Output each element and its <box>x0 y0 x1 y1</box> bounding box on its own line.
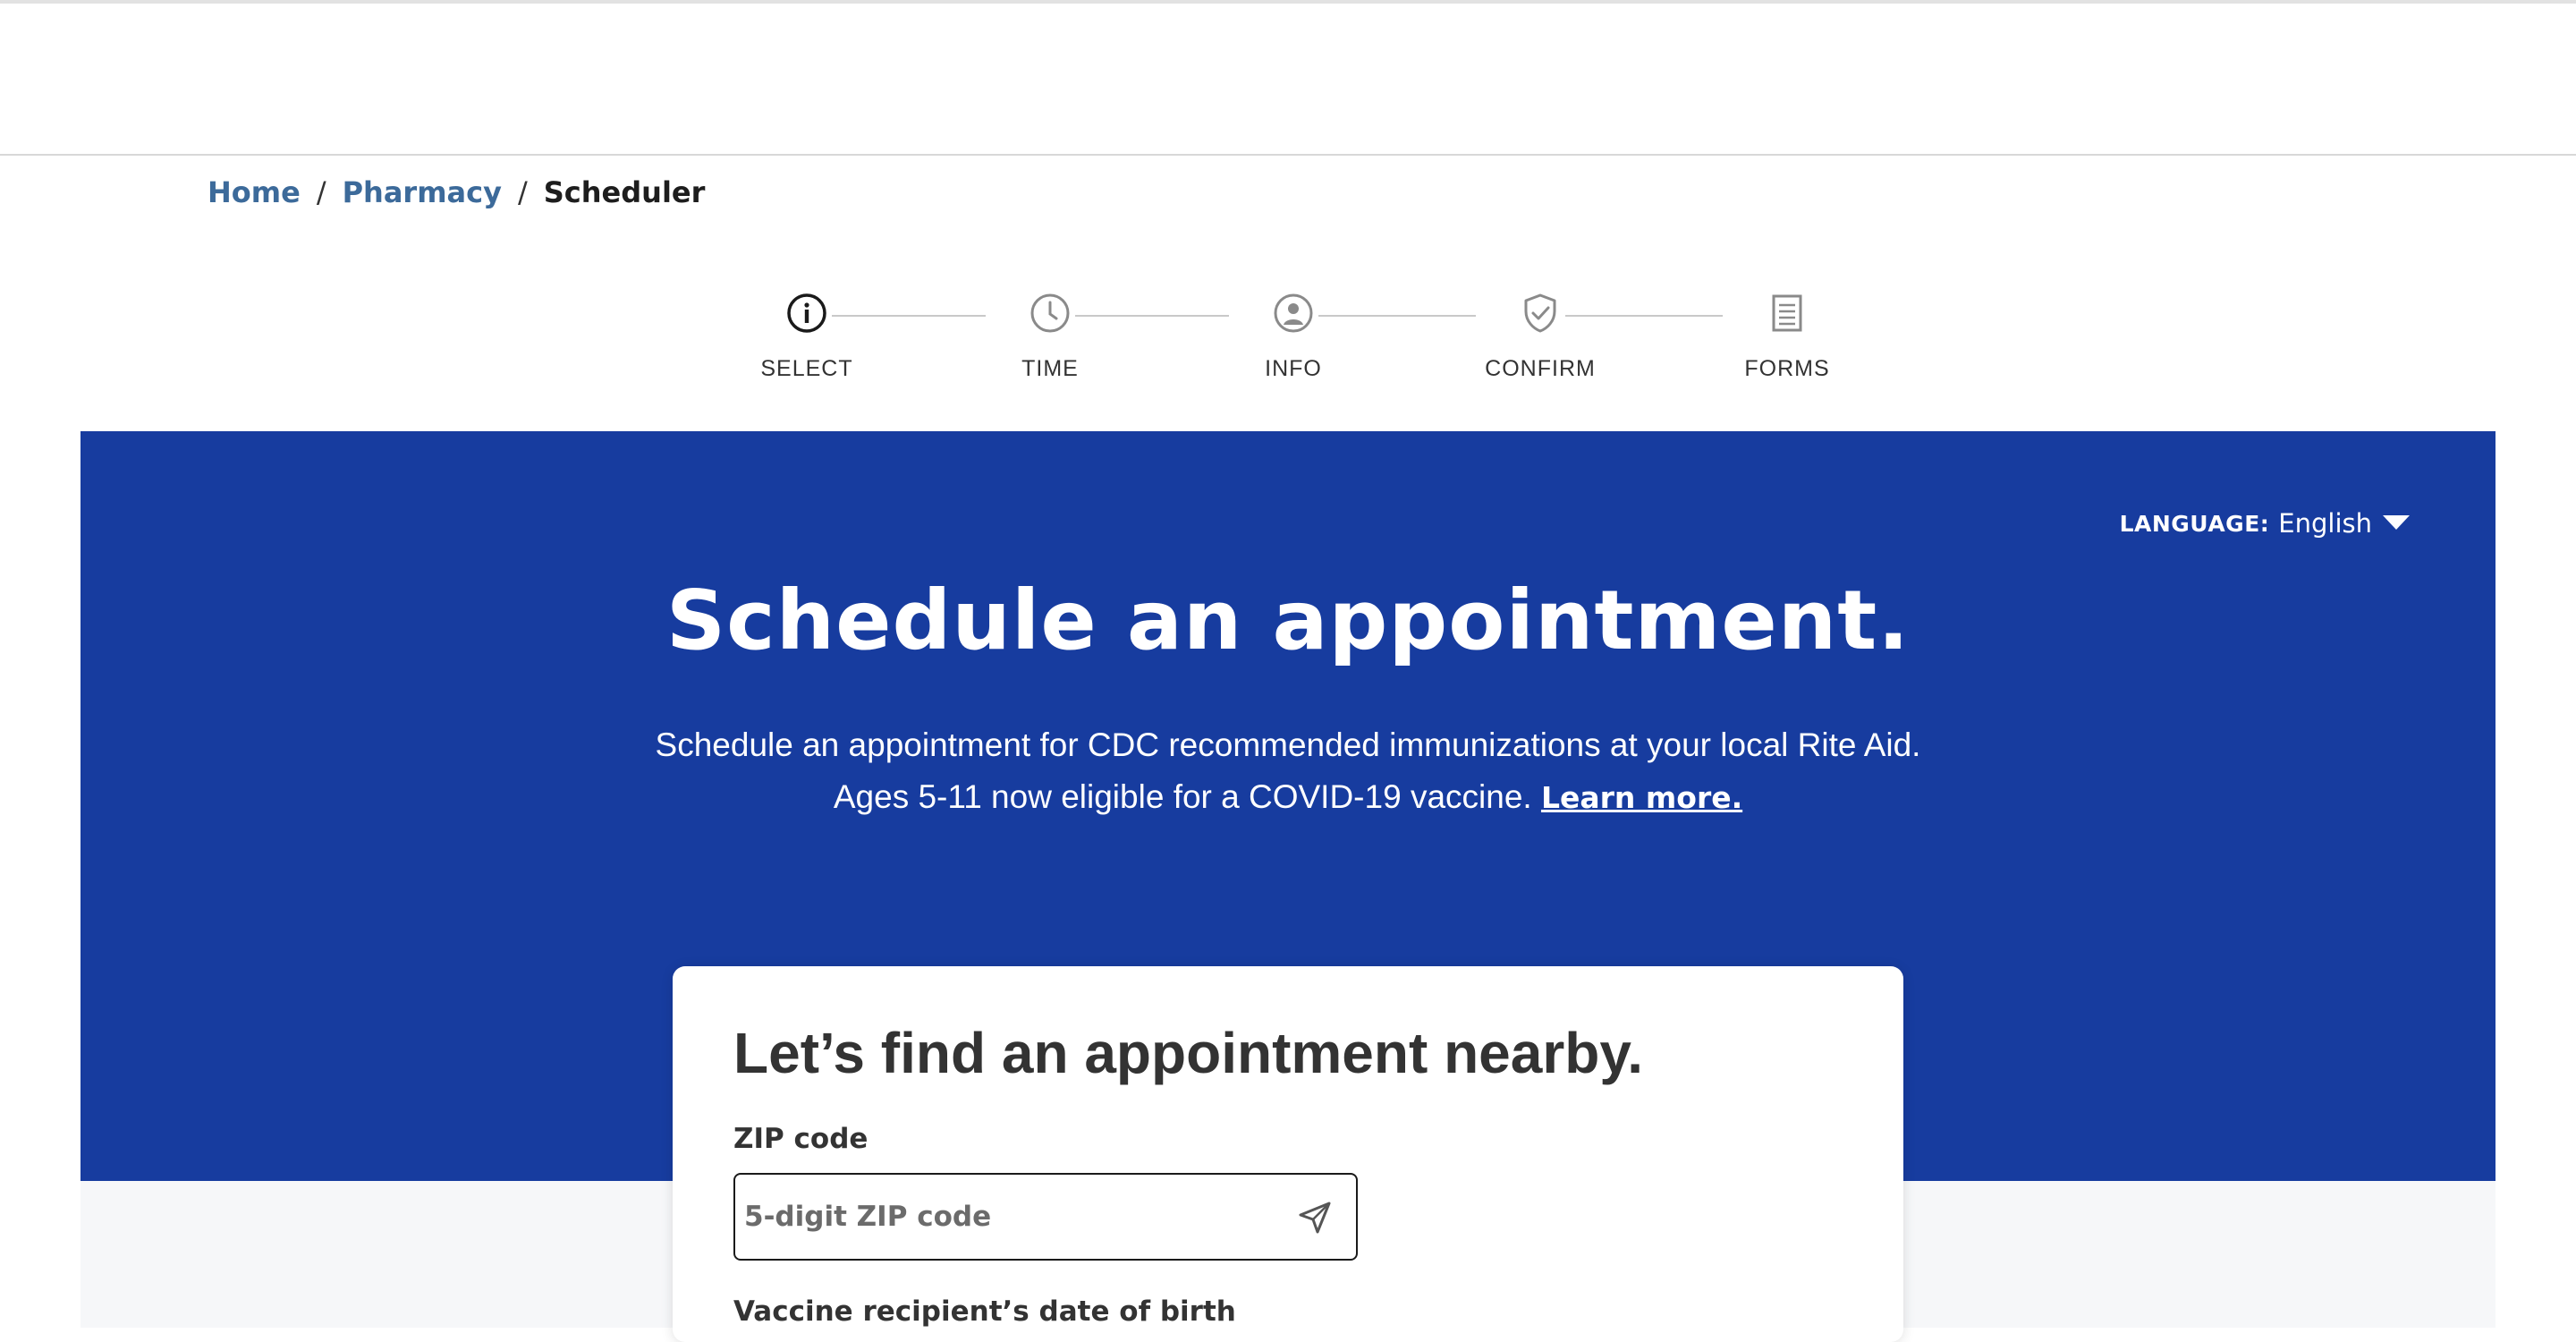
language-label: LANGUAGE: <box>2119 510 2270 537</box>
info-icon <box>782 288 832 338</box>
breadcrumb-home-link[interactable]: Home <box>208 175 301 209</box>
shield-check-icon <box>1515 288 1565 338</box>
caret-down-icon <box>2383 515 2410 535</box>
document-icon <box>1762 288 1812 338</box>
step-label: TIME <box>1021 356 1079 381</box>
page-title: Schedule an appointment. <box>665 573 1911 668</box>
learn-more-link[interactable]: Learn more. <box>1541 780 1742 815</box>
site-header <box>0 4 2576 156</box>
step-forms: FORMS <box>1716 288 1859 382</box>
step-info: INFO <box>1222 288 1365 382</box>
step-label: SELECT <box>760 356 853 381</box>
hero-subtitle-line2: Ages 5-11 now eligible for a COVID-19 va… <box>833 778 1532 815</box>
breadcrumb-separator: / <box>517 175 528 209</box>
step-time: TIME <box>979 288 1122 382</box>
breadcrumb: Home / Pharmacy / Scheduler <box>208 170 705 215</box>
language-value: English <box>2278 508 2372 539</box>
step-confirm: CONFIRM <box>1469 288 1612 382</box>
progress-stepper: SELECT TIME INFO CONFIRM FORMS <box>742 288 1829 395</box>
clock-icon <box>1025 288 1075 338</box>
zip-input[interactable] <box>735 1176 1272 1257</box>
step-label: INFO <box>1265 356 1322 381</box>
hero-subtitle-line2-wrap: Ages 5-11 now eligible for a COVID-19 va… <box>80 771 2496 824</box>
step-label: CONFIRM <box>1485 356 1596 381</box>
hero-subtitle: Schedule an appointment for CDC recommen… <box>80 719 2496 824</box>
card-title: Let’s find an appointment nearby. <box>733 1021 1643 1085</box>
user-icon <box>1268 288 1318 338</box>
step-label: FORMS <box>1744 356 1830 381</box>
zip-label: ZIP code <box>733 1123 869 1155</box>
breadcrumb-current: Scheduler <box>543 175 706 209</box>
hero-subtitle-line1: Schedule an appointment for CDC recommen… <box>655 726 1921 763</box>
breadcrumb-separator: / <box>316 175 326 209</box>
language-selector[interactable]: LANGUAGE: English <box>2120 508 2410 539</box>
appointment-search-card: Let’s find an appointment nearby. ZIP co… <box>673 966 1903 1342</box>
dob-label: Vaccine recipient’s date of birth <box>733 1295 1236 1328</box>
location-arrow-icon[interactable] <box>1293 1196 1336 1239</box>
breadcrumb-pharmacy-link[interactable]: Pharmacy <box>343 175 502 209</box>
zip-field <box>733 1173 1358 1261</box>
step-select: SELECT <box>735 288 878 382</box>
